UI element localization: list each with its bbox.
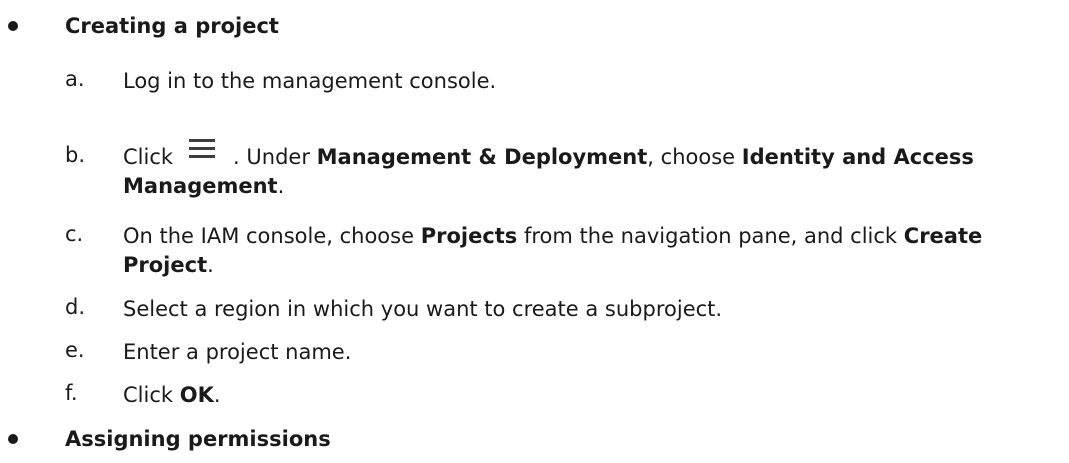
step-text-bold: Management & Deployment xyxy=(316,145,648,169)
step-text: On the IAM console, choose Projects from… xyxy=(123,222,1053,280)
bullet-icon xyxy=(8,21,18,31)
step-text-segment: , choose xyxy=(647,145,742,169)
step-text-segment: . Under xyxy=(233,145,317,169)
step-marker: d. xyxy=(65,295,86,319)
step-text-segment: Click xyxy=(123,383,180,407)
step-text-bold: OK xyxy=(179,383,214,407)
section-title: Creating a project xyxy=(65,14,279,38)
step-text: Enter a project name. xyxy=(123,340,352,364)
step-text-segment: . xyxy=(207,253,214,277)
step-marker: f. xyxy=(65,381,78,405)
step-text-segment: from the navigation pane, and click xyxy=(517,224,904,248)
step-text-segment: . xyxy=(213,383,221,407)
step-text: Click OK. xyxy=(123,381,1053,410)
menu-icon xyxy=(173,139,233,172)
step-marker: c. xyxy=(65,222,84,246)
step-marker: e. xyxy=(65,338,85,362)
step-text: Log in to the management console. xyxy=(123,69,497,93)
bullet-icon xyxy=(8,434,18,444)
step-text-segment: Click xyxy=(123,145,174,169)
step-marker: b. xyxy=(65,143,86,167)
step-marker: a. xyxy=(65,67,85,91)
step-text-segment: On the IAM console, choose xyxy=(123,224,421,248)
section-title: Assigning permissions xyxy=(65,427,331,451)
step-text-segment: . xyxy=(277,174,285,198)
step-text: Select a region in which you want to cre… xyxy=(123,297,723,321)
step-text: Click . Under Management & Deployment, ch… xyxy=(123,139,1053,201)
step-text-bold: Projects xyxy=(420,224,518,248)
